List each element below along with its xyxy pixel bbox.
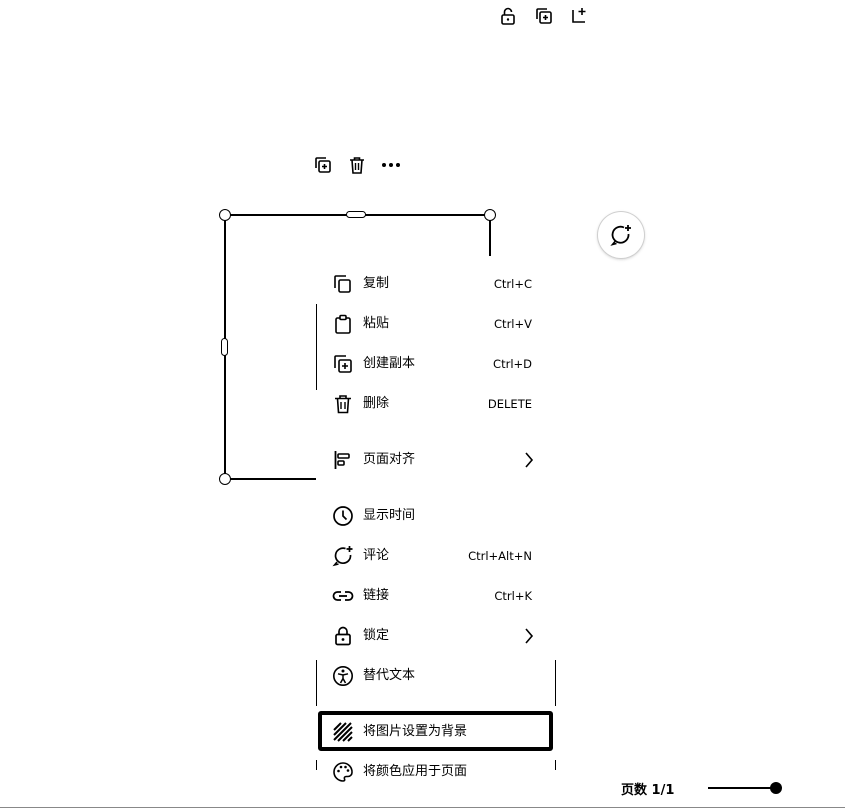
resize-handle-left[interactable] [221,338,228,356]
trash-icon [332,393,354,415]
menu-item-label: 创建副本 [363,356,416,371]
resize-handle-top-right[interactable] [484,209,496,221]
add-comment-button[interactable] [598,212,644,258]
comment-icon [332,545,354,567]
menu-item-shortcut: Ctrl+K [494,589,532,603]
menu-item-label: 将图片设置为背景 [363,724,468,739]
menu-item-set-image-as-background[interactable]: 将图片设置为背景 [316,716,556,748]
clipboard-icon [332,313,354,335]
menu-item-label: 显示时间 [363,508,416,523]
page-count: 页数 1/1 [621,783,675,798]
menu-item-label: 复制 [363,276,390,291]
context-menu: 复制 Ctrl+C 粘贴 Ctrl+V 创建副本 Ctrl+D 删除 DELET… [316,260,556,812]
menu-item-label: 锁定 [363,628,390,643]
menu-item-paste[interactable]: 粘贴 Ctrl+V [316,308,556,340]
menu-item-label: 替代文本 [363,668,416,683]
menu-item-copy[interactable]: 复制 Ctrl+C [316,268,556,300]
lock-icon [332,625,354,647]
duplicate-icon[interactable] [312,154,334,176]
menu-item-label: 评论 [363,548,390,563]
clock-icon [332,505,354,527]
menu-item-label: 链接 [363,588,390,603]
menu-item-lock[interactable]: 锁定 [316,620,556,652]
add-page-icon[interactable] [568,4,590,26]
menu-item-shortcut: Ctrl+V [494,317,532,331]
zoom-slider-track[interactable] [708,787,774,789]
resize-handle-top[interactable] [346,211,366,218]
menu-item-duplicate[interactable]: 创建副本 Ctrl+D [316,348,556,380]
menu-item-alt-text[interactable]: 替代文本 [316,660,556,692]
palette-icon [332,761,354,783]
link-icon [332,585,354,607]
align-icon [332,449,354,471]
menu-item-label: 删除 [363,396,390,411]
menu-item-delete[interactable]: 删除 DELETE [316,388,556,420]
duplicate-page-icon[interactable] [533,5,555,27]
menu-item-shortcut: Ctrl+Alt+N [468,549,532,563]
lock-open-icon[interactable] [497,5,519,27]
menu-item-comment[interactable]: 评论 Ctrl+Alt+N [316,540,556,572]
menu-item-shortcut: Ctrl+D [493,357,532,371]
resize-handle-bottom-left[interactable] [219,473,231,485]
selection-edge-bottom [225,478,316,480]
more-icon[interactable] [379,154,403,176]
menu-item-shortcut: Ctrl+C [493,277,532,291]
hatch-icon [332,721,354,743]
menu-item-label: 将颜色应用于页面 [363,764,468,779]
zoom-slider-handle[interactable] [770,782,782,794]
menu-item-link[interactable]: 链接 Ctrl+K [316,580,556,612]
menu-item-label: 页面对齐 [363,452,416,467]
menu-item-shortcut: DELETE [487,397,532,411]
accessibility-icon [332,665,354,687]
copy-icon [332,273,354,295]
comment-icon [610,225,631,246]
resize-handle-top-left[interactable] [219,209,231,221]
menu-item-label: 粘贴 [363,316,390,331]
duplicate-icon [332,353,354,375]
chevron-right-icon [524,452,534,468]
menu-item-apply-color-to-page[interactable]: 将颜色应用于页面 [316,756,556,788]
status-bar-divider [0,807,845,808]
trash-icon[interactable] [346,154,368,176]
menu-item-show-timing[interactable]: 显示时间 [316,500,556,532]
chevron-right-icon [524,628,534,644]
menu-item-align-to-page[interactable]: 页面对齐 [316,444,556,476]
